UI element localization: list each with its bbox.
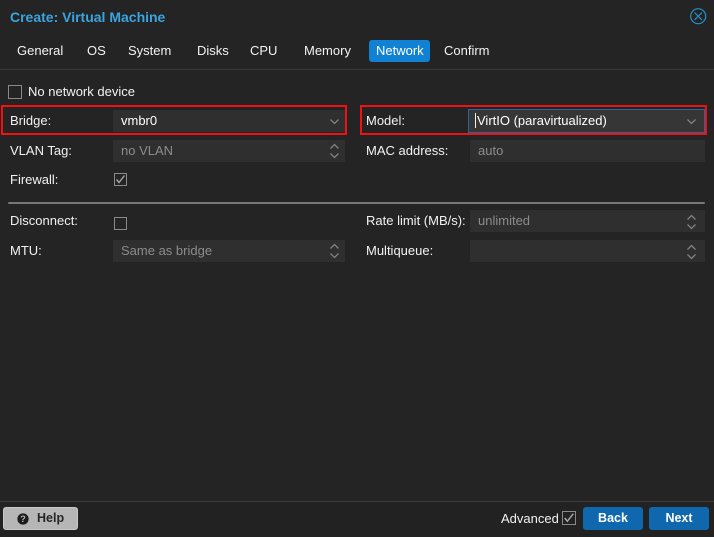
svg-text:?: ? [20,514,26,524]
